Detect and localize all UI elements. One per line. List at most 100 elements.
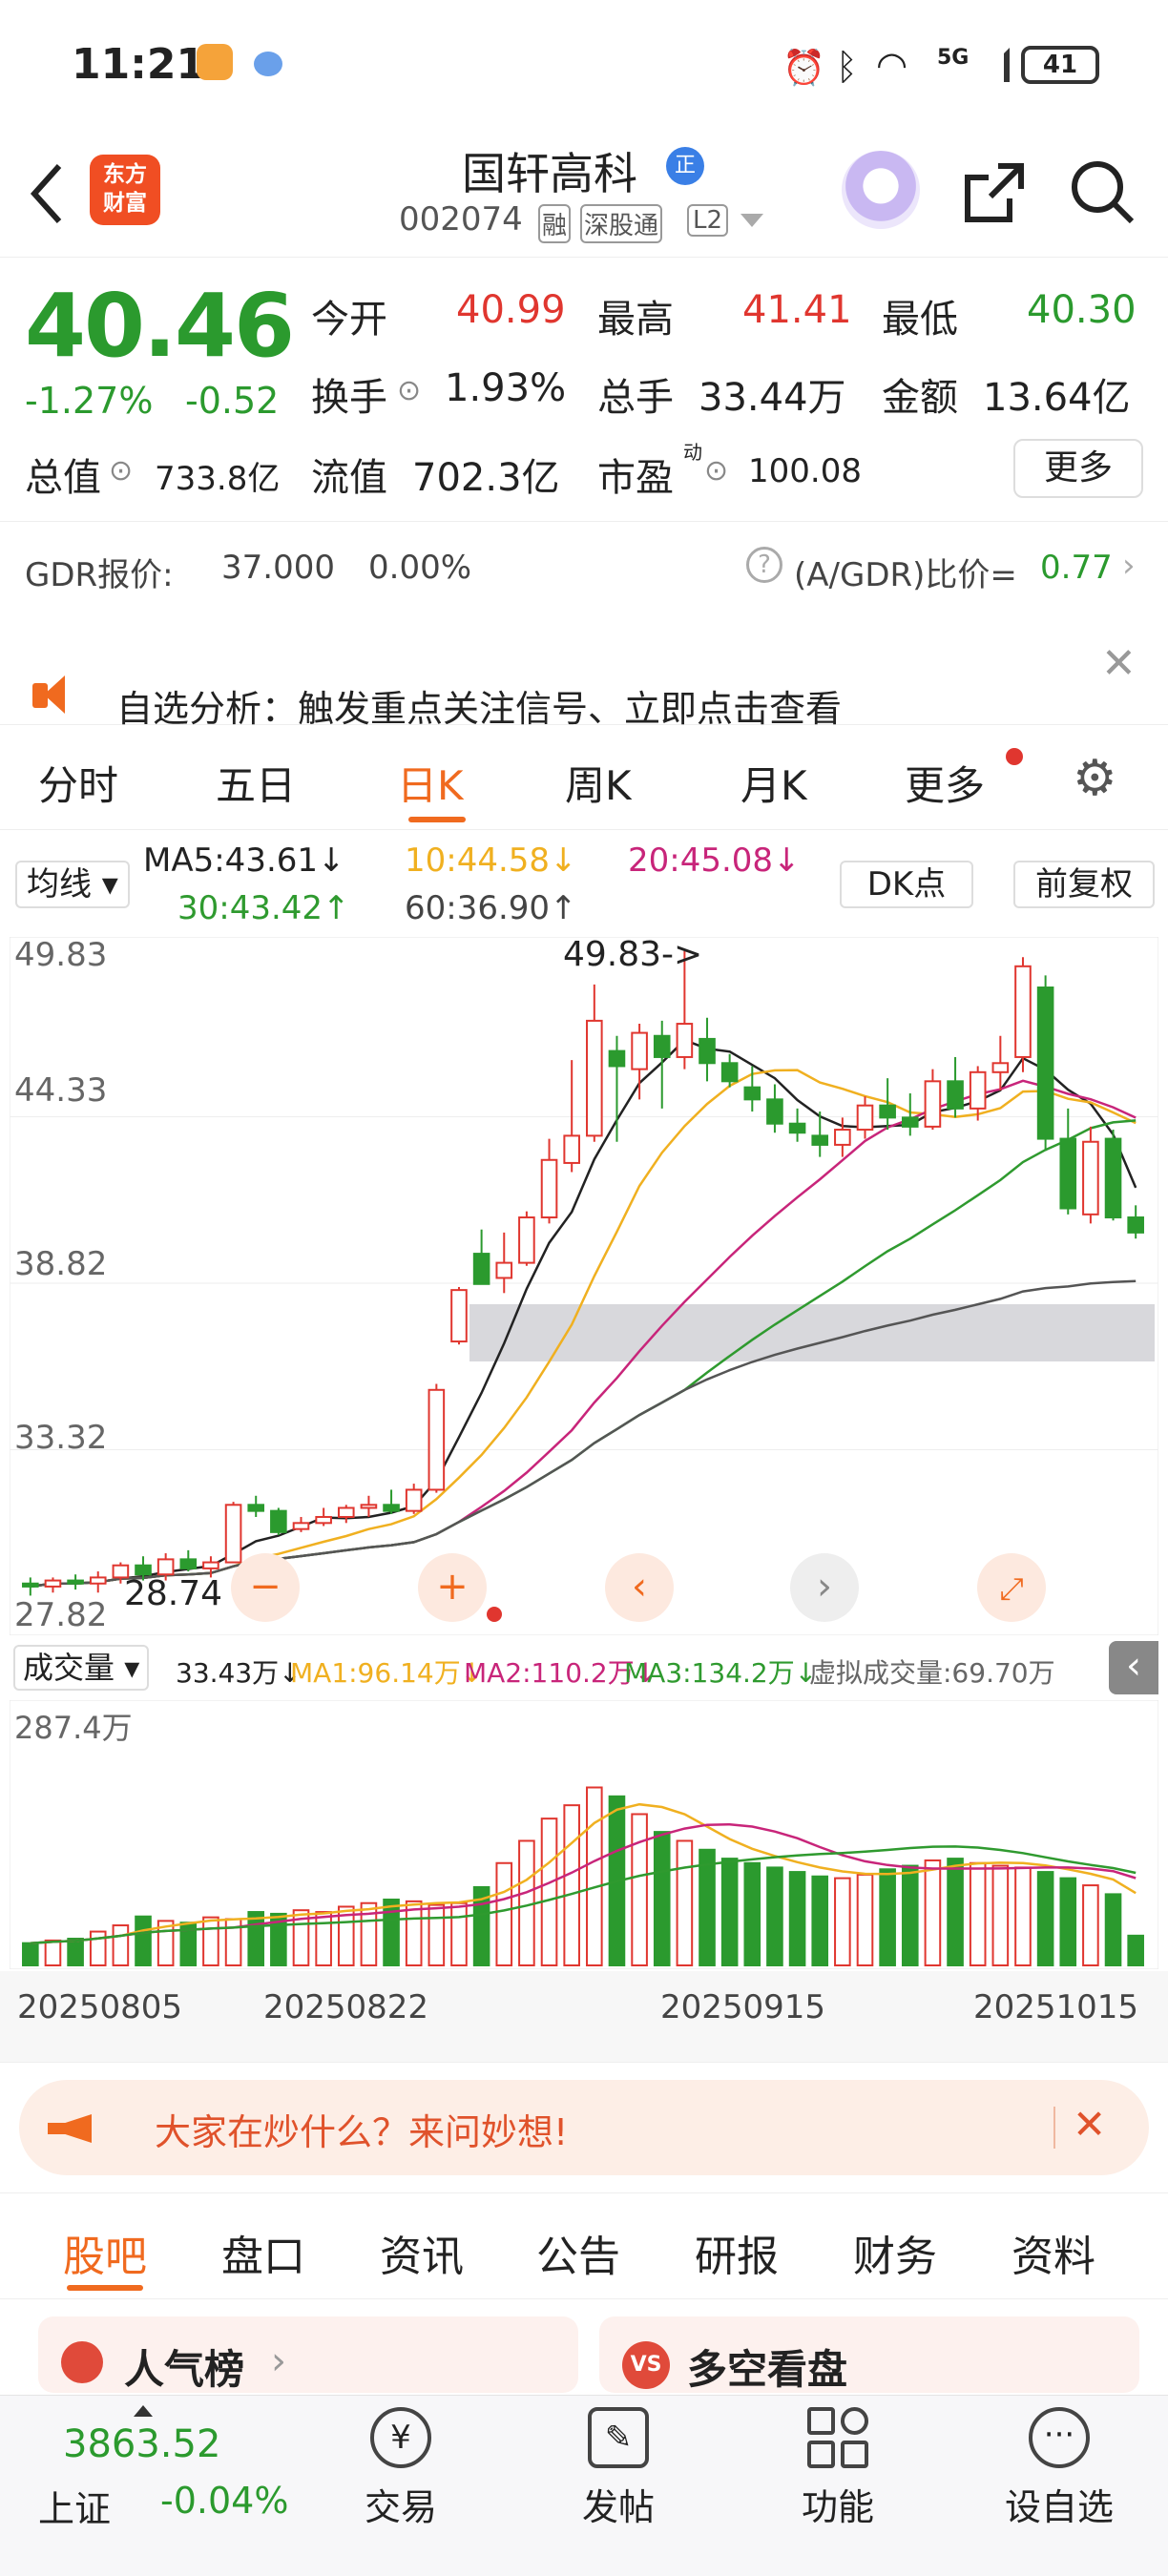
stock-title: 国轩高科 <box>462 148 637 199</box>
nav-post[interactable]: ✎ 发帖 <box>571 2407 666 2560</box>
candle-body <box>901 1116 919 1128</box>
mktcap-info-icon[interactable]: ⊙ <box>109 454 133 488</box>
virtual-volume: 虚拟成交量:69.70万 <box>809 1657 1055 1689</box>
ma20-value: 20:45.08↓ <box>628 841 801 880</box>
stock-code: 002074 <box>399 200 523 239</box>
candle-body <box>360 1504 378 1509</box>
chevron-right-icon: › <box>1122 547 1136 585</box>
tab-forum-underline <box>67 2285 143 2291</box>
tab-more[interactable]: 更多 <box>905 754 985 812</box>
tab-monthly-k[interactable]: 月K <box>740 754 807 812</box>
ma30-text: 30:43.42 <box>177 889 323 927</box>
alert-banner[interactable]: 自选分析：触发重点关注信号、立即点击查看 ✕ <box>0 611 1168 730</box>
tab-intraday[interactable]: 分时 <box>38 754 118 812</box>
collapse-button[interactable]: ‹ <box>1109 1641 1158 1694</box>
tab-active-underline <box>408 817 466 822</box>
candle-body <box>67 1579 84 1585</box>
volume-legend: 成交量 ▾ 33.43万↓ MA1:96.14万↓ MA2:110.2万↓ MA… <box>0 1639 1168 1696</box>
volume-bar <box>44 1939 62 1966</box>
open-label: 今开 <box>311 298 387 342</box>
dk-button[interactable]: DK点 <box>840 861 973 908</box>
volume-bar <box>969 1861 987 1966</box>
assistant-avatar[interactable] <box>842 151 920 229</box>
float-value: 702.3亿 <box>412 456 560 500</box>
grid-icon <box>807 2407 868 2468</box>
search-icon[interactable] <box>1069 158 1137 227</box>
nav-add-watchlist[interactable]: ··· 设自选 <box>992 2407 1126 2560</box>
volume-bar <box>428 1903 446 1966</box>
tab-forum[interactable]: 股吧 <box>63 2222 147 2283</box>
alert-text: 自选分析：触发重点关注信号、立即点击查看 <box>116 688 843 730</box>
candle-body <box>699 1037 716 1065</box>
pe-value: 100.08 <box>748 452 862 490</box>
volume-select[interactable]: 成交量 ▾ <box>13 1645 150 1691</box>
popularity-card[interactable]: 人气榜 › <box>38 2316 578 2393</box>
volume-bar <box>22 1942 39 1967</box>
dropdown-icon[interactable] <box>740 214 763 227</box>
tab-financials[interactable]: 财务 <box>853 2222 937 2283</box>
volume-bar <box>315 1911 332 1967</box>
back-icon[interactable] <box>25 160 69 227</box>
header: 东方 财富 国轩高科 正 002074 融 深股通 L2 <box>0 134 1168 258</box>
edit-icon: ✎ <box>588 2407 649 2468</box>
ma60-value: 60:36.90↑ <box>405 889 577 927</box>
last-price: 40.46 <box>25 275 295 377</box>
gdr-price: 37.000 <box>221 549 335 587</box>
promo-banner[interactable]: 大家在炒什么？来问妙想! ✕ <box>19 2080 1149 2175</box>
candle-body <box>653 1034 671 1058</box>
y-tick-label: 38.82 <box>14 1245 107 1283</box>
plus-icon: + <box>436 1565 469 1609</box>
pe-info-icon[interactable]: ⊙ <box>704 454 728 488</box>
nav-trade[interactable]: ¥ 交易 <box>353 2407 448 2560</box>
gdr-row[interactable]: GDR报价: 37.000 0.00% ? (A/GDR)比价= 0.77 › <box>0 521 1168 605</box>
share-icon[interactable] <box>962 160 1027 225</box>
volume-bar <box>135 1915 152 1967</box>
promo-close-icon[interactable]: ✕ <box>1073 2101 1106 2148</box>
tab-research[interactable]: 研报 <box>695 2222 779 2283</box>
tab-weekly-k[interactable]: 周K <box>565 754 632 812</box>
nav-features[interactable]: 功能 <box>790 2407 886 2560</box>
candle-body <box>44 1579 62 1588</box>
close-icon[interactable]: ✕ <box>1101 639 1137 688</box>
candle-body <box>518 1216 535 1264</box>
content-tabs: 股吧 盘口 资讯 公告 研报 财务 资料 <box>0 2192 1168 2299</box>
volume-bar <box>1082 1884 1099 1966</box>
status-bar: 11:21 ⏰ ᛒ ◠ 5G 41 <box>0 0 1168 134</box>
volume-bar <box>202 1916 219 1966</box>
tab-five-day[interactable]: 五日 <box>216 754 296 812</box>
more-dots-icon: ··· <box>1029 2407 1090 2468</box>
volume-bar <box>1036 1871 1054 1966</box>
tab-orderbook[interactable]: 盘口 <box>221 2222 305 2283</box>
index-value[interactable]: 3863.52 <box>63 2422 220 2466</box>
candle-body <box>292 1522 310 1530</box>
volume-bar <box>924 1859 942 1967</box>
tab-daily-k[interactable]: 日K <box>397 754 464 812</box>
volume-ma3-text: MA3:134.2万 <box>624 1657 795 1689</box>
ma-select[interactable]: 均线 ▾ <box>15 861 130 908</box>
tag-connect: 深股通 <box>580 204 663 243</box>
volume-bar <box>766 1866 783 1966</box>
bull-bear-card[interactable]: VS 多空看盘 <box>599 2316 1139 2393</box>
volume-label: 总手 <box>597 376 674 420</box>
more-button[interactable]: 更多 <box>1013 439 1143 498</box>
candle-body <box>450 1289 468 1343</box>
tab-profile[interactable]: 资料 <box>1012 2222 1095 2283</box>
tag-level2: L2 <box>687 204 729 237</box>
eastmoney-logo[interactable]: 东方 财富 <box>90 155 160 225</box>
adjust-button[interactable]: 前复权 <box>1013 861 1155 908</box>
pe-superscript: 动 <box>683 441 702 464</box>
turnover-info-icon[interactable]: ⊙ <box>397 374 421 407</box>
high-value: 41.41 <box>742 288 852 332</box>
volume-value: 33.43万↓ <box>176 1657 302 1689</box>
kline-chart[interactable]: 49.83 44.33 38.82 33.32 27.82 49.83-> 28… <box>10 937 1158 1635</box>
settings-icon[interactable]: ⚙ <box>1073 750 1117 807</box>
help-icon[interactable]: ? <box>746 547 782 583</box>
tab-news[interactable]: 资讯 <box>380 2222 464 2283</box>
candle-body <box>540 1158 558 1219</box>
tab-announcements[interactable]: 公告 <box>536 2222 620 2283</box>
gdr-ratio-label: (A/GDR)比价= <box>794 556 1017 594</box>
volume-bar <box>720 1858 739 1966</box>
title-badge: 正 <box>666 147 704 185</box>
volume-chart[interactable]: 287.4万 <box>10 1700 1158 1969</box>
ma30-value: 30:43.42↑ <box>177 889 350 927</box>
